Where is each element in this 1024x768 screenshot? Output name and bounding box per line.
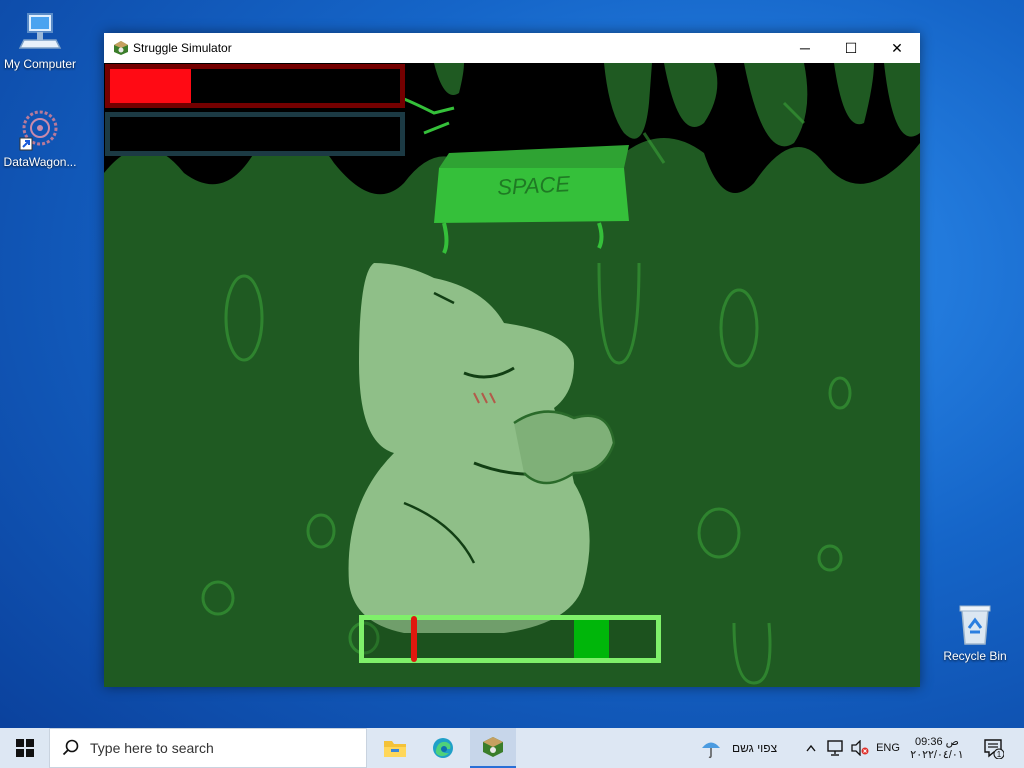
weather-text: צפוי גשם <box>732 741 778 755</box>
taskbar-file-explorer[interactable] <box>374 728 416 768</box>
clock-time: 09:36 ص <box>915 736 959 748</box>
datawagon-icon <box>18 108 62 152</box>
show-hidden-icons[interactable] <box>801 728 821 768</box>
timing-marker <box>410 616 417 662</box>
health-bar-fill <box>110 69 192 103</box>
struggle-simulator-icon <box>113 40 129 56</box>
struggle-meter <box>105 112 405 156</box>
speaker-muted-icon <box>851 740 869 756</box>
desktop-icon-label: My Computer <box>3 57 77 71</box>
taskbar: Type here to search צפוי גשם ENG 09:36 ص… <box>0 728 1024 768</box>
window-title: Struggle Simulator <box>133 41 232 55</box>
desktop-icon-datawagon[interactable]: DataWagon... <box>0 108 80 169</box>
desktop-icon-my-computer[interactable]: My Computer <box>0 10 80 71</box>
space-key-label: SPACE <box>497 171 571 200</box>
notification-count: 1 <box>997 750 1002 759</box>
recycle-bin-icon <box>953 602 997 646</box>
volume-control[interactable] <box>849 728 871 768</box>
edge-icon <box>433 738 453 758</box>
timing-bar <box>359 615 661 663</box>
windows-start-icon <box>15 739 34 757</box>
input-language[interactable]: ENG <box>873 728 903 768</box>
slime-background: SPACE <box>104 63 920 687</box>
language-indicator: ENG <box>876 742 900 754</box>
game-canvas[interactable]: SPACE <box>104 63 920 687</box>
action-center-button[interactable]: 1 <box>978 728 1008 768</box>
computer-icon <box>18 10 62 54</box>
health-bar <box>105 64 405 108</box>
search-box[interactable]: Type here to search <box>49 728 367 768</box>
weather-widget[interactable]: צפוי גשם <box>700 728 795 768</box>
desktop-icon-label: Recycle Bin <box>943 649 1007 663</box>
taskbar-struggle-simulator[interactable] <box>470 728 516 768</box>
search-placeholder: Type here to search <box>90 740 214 756</box>
desktop-icon-recycle-bin[interactable]: Recycle Bin <box>935 602 1015 663</box>
maximize-button[interactable]: ☐ <box>828 33 874 63</box>
taskbar-edge[interactable] <box>422 728 464 768</box>
desktop-icon-label: DataWagon... <box>3 155 77 169</box>
clock-date: ٢٠٢٢/٠٤/٠١ <box>910 749 964 761</box>
search-icon <box>62 739 79 756</box>
close-button[interactable]: ✕ <box>874 33 920 63</box>
notification-icon: 1 <box>984 739 1004 759</box>
struggle-simulator-icon <box>483 737 503 757</box>
clock[interactable]: 09:36 ص ٢٠٢٢/٠٤/٠١ <box>905 728 969 768</box>
game-window: Struggle Simulator ─ ☐ ✕ SPACE <box>104 33 920 687</box>
minimize-button[interactable]: ─ <box>782 33 828 63</box>
chevron-up-icon <box>806 744 816 752</box>
start-button[interactable] <box>0 728 49 768</box>
network-icon <box>827 740 843 756</box>
network-status[interactable] <box>823 728 847 768</box>
file-explorer-icon <box>384 741 406 757</box>
umbrella-icon <box>702 742 720 759</box>
window-titlebar[interactable]: Struggle Simulator ─ ☐ ✕ <box>104 33 920 63</box>
timing-target-zone <box>574 620 610 658</box>
